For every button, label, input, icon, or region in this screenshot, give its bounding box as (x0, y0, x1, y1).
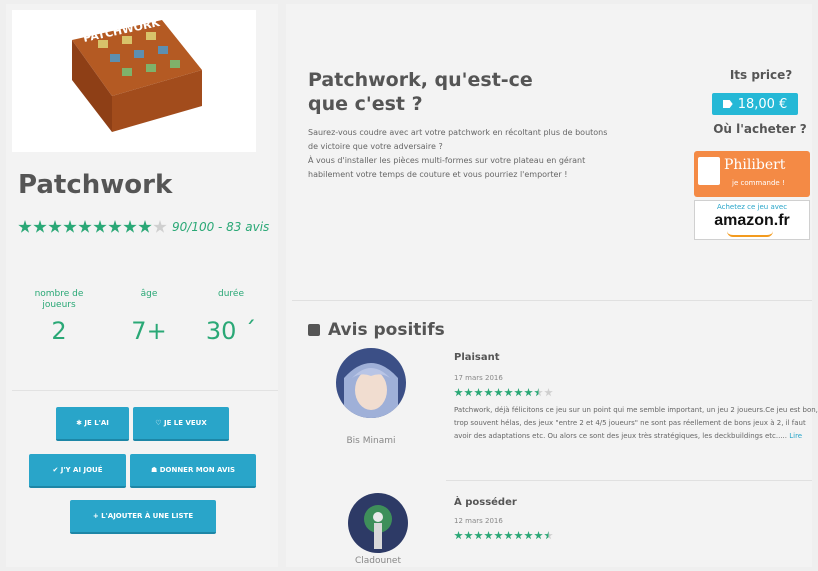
stat-duration: durée 30 ´ (196, 289, 266, 345)
star-icon (33, 220, 47, 233)
stat-duration-value: 30 ´ (205, 317, 257, 345)
star-icon (108, 220, 122, 233)
about-title: Patchwork, qu'est-ce que c'est ? (308, 69, 533, 115)
star-icon (494, 388, 503, 397)
avatar[interactable] (336, 348, 406, 418)
donner-avis-button[interactable]: ☗ DONNER MON AVIS (130, 454, 256, 488)
star-icon (504, 388, 513, 397)
star-icon (524, 531, 533, 540)
star-icon (78, 220, 92, 233)
where-question: Où l'acheter ? (713, 122, 807, 136)
about-paragraph-1: Saurez-vous coudre avec art votre patchw… (308, 128, 608, 151)
review-author[interactable]: Bis Minami (321, 436, 421, 446)
review-stars (454, 388, 554, 397)
stat-age-label: âge (140, 289, 158, 299)
amazon-logo: amazon.fr (714, 212, 790, 229)
review-author[interactable]: Cladounet (328, 556, 428, 566)
amazon-shop-button[interactable]: Achetez ce jeu avec amazon.fr (694, 200, 810, 240)
amazon-caption: Achetez ce jeu avec (716, 203, 788, 211)
reviews-title: Avis positifs (328, 320, 445, 340)
star-icon (484, 531, 493, 540)
star-icon (464, 531, 473, 540)
review-stars (454, 531, 554, 540)
star-icon (474, 388, 483, 397)
divider (446, 480, 812, 481)
star-icon (504, 531, 513, 540)
game-details-panel: Patchwork, qu'est-ce que c'est ? Saurez-… (286, 4, 818, 567)
star-icon (514, 388, 523, 397)
stat-players-label: nombre de joueurs (34, 289, 84, 310)
divider (292, 300, 812, 301)
stat-players: nombre de joueurs 2 (24, 289, 94, 345)
star-icon (454, 388, 463, 397)
review-title: Plaisant (454, 352, 500, 363)
star-icon (18, 220, 32, 233)
star-icon (484, 388, 493, 397)
star-icon (63, 220, 77, 233)
avatar[interactable] (348, 493, 408, 553)
game-title: Patchwork (18, 170, 173, 200)
star-empty-icon (153, 220, 167, 233)
shopping-bag-icon (698, 157, 720, 185)
amazon-smile-icon (727, 231, 773, 237)
star-icon (524, 388, 533, 397)
star-icon (48, 220, 62, 233)
divider (12, 390, 278, 391)
stat-age: âge 7+ (114, 289, 184, 345)
je-le-veux-button[interactable]: ♡ JE LE VEUX (133, 407, 229, 441)
star-icon (464, 388, 473, 397)
rating-row: 90/100 - 83 avis (18, 220, 269, 234)
about-paragraph-2: À vous d'installer les pièces multi-form… (308, 156, 586, 179)
star-empty-icon (544, 388, 553, 397)
philibert-shop-button[interactable]: Philibert je commande ! (694, 151, 810, 197)
read-more-link[interactable]: Lire (789, 432, 802, 440)
review-date: 17 mars 2016 (454, 374, 503, 382)
game-summary-panel: PATCHWORK Patchwork 90/100 - 83 avis nom… (6, 4, 278, 567)
star-icon (454, 531, 463, 540)
price-value: 18,00 € (737, 96, 788, 112)
star-icon (138, 220, 152, 233)
philibert-subtitle: je commande ! (732, 179, 785, 187)
star-icon (494, 531, 503, 540)
star-icon (123, 220, 137, 233)
star-icon (93, 220, 107, 233)
review-date: 12 mars 2016 (454, 517, 503, 525)
ajouter-liste-button[interactable]: + L'AJOUTER À UNE LISTE (70, 500, 216, 534)
review-text: Patchwork, déjà félicitons ce jeu sur un… (454, 404, 818, 443)
about-description: Saurez-vous coudre avec art votre patchw… (308, 126, 618, 182)
je-lai-button[interactable]: ✱ JE L'AI (56, 407, 129, 441)
price-question: Its price? (729, 68, 793, 82)
tag-icon (722, 100, 733, 108)
jy-ai-joue-button[interactable]: ✔ J'Y AI JOUÉ (29, 454, 126, 488)
price-badge: 18,00 € (712, 93, 798, 115)
star-half-icon (534, 388, 543, 397)
review-title: À posséder (454, 497, 517, 508)
reviews-header: Avis positifs (308, 320, 445, 340)
review-body: Patchwork, déjà félicitons ce jeu sur un… (454, 406, 818, 440)
game-box-image: PATCHWORK (12, 10, 256, 152)
star-icon (534, 531, 543, 540)
star-icon (514, 531, 523, 540)
star-half-icon (544, 531, 553, 540)
rating-score: 90/100 - 83 avis (172, 220, 270, 234)
star-icon (474, 531, 483, 540)
stat-players-value: 2 (51, 317, 67, 345)
thumbs-up-icon (308, 324, 320, 336)
stat-duration-label: durée (218, 289, 244, 299)
philibert-name: Philibert (724, 157, 786, 173)
rating-stars (18, 220, 168, 234)
stat-age-value: 7+ (131, 317, 167, 345)
